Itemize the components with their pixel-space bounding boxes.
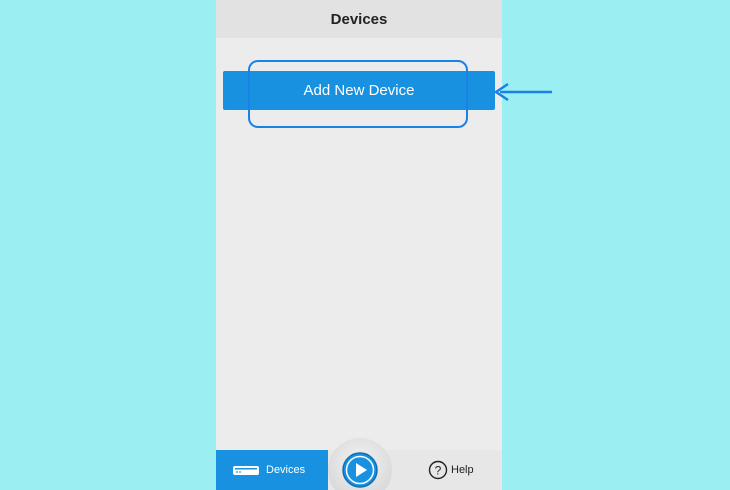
router-device-icon — [233, 466, 259, 475]
svg-text:?: ? — [435, 464, 442, 478]
app-screen: Devices Add New Device Devices ? Help — [216, 0, 502, 490]
tab-help[interactable]: ? Help — [416, 450, 502, 490]
app-header: Devices — [216, 0, 502, 38]
play-icon — [342, 452, 378, 488]
bottom-tab-bar: Devices ? Help — [216, 438, 502, 490]
tab-devices[interactable]: Devices — [216, 450, 328, 490]
left-arrow-icon — [494, 82, 552, 102]
tab-help-label: Help — [451, 464, 474, 476]
add-new-device-button[interactable]: Add New Device — [223, 71, 495, 110]
question-circle-icon: ? — [428, 460, 448, 480]
play-button[interactable] — [328, 438, 392, 490]
page-title: Devices — [330, 10, 388, 28]
tab-devices-label: Devices — [266, 464, 306, 476]
